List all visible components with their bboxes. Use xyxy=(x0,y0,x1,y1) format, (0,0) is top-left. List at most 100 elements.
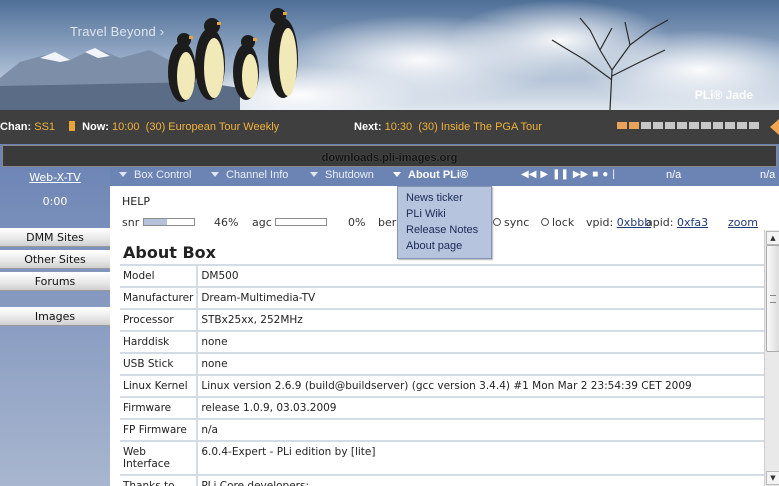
top-nav: Box Control Channel Info Shutdown About … xyxy=(110,167,779,186)
volume-segment xyxy=(641,122,651,129)
sidebar-clock: 0:00 xyxy=(42,195,68,208)
volume-segment xyxy=(725,122,735,129)
playback-controls: ◀◀ ▶ ❚❚ ▶▶ ■ ● | xyxy=(521,169,615,180)
chevron-down-icon xyxy=(310,172,318,177)
volume-segment xyxy=(701,122,711,129)
sync-indicator: sync xyxy=(493,216,529,229)
row-value: none xyxy=(197,353,766,376)
sidebar-title-link[interactable]: Web-X-TV xyxy=(0,171,110,184)
status-na-1: n/a xyxy=(666,169,682,181)
volume-segment xyxy=(689,122,699,129)
apid-link[interactable]: 0xfa3 xyxy=(677,216,708,229)
separator: | xyxy=(612,169,615,180)
menu-item-news-ticker[interactable]: News ticker xyxy=(406,192,463,204)
row-value: 6.0.4-Expert - PLi edition by [lite] xyxy=(197,441,766,476)
about-table: Model DM500 Manufacturer Dream-Multimedia-T… xyxy=(120,266,766,486)
now-info[interactable]: Now: 10:00 (30) European Tour Weekly xyxy=(69,121,279,133)
row-key: Harddisk xyxy=(120,331,199,354)
row-value: release 1.0.9, 03.03.2009 xyxy=(197,397,766,420)
row-value: STBx25xx, 252MHz xyxy=(197,309,766,332)
table-row: Thanks to PLi Core developers: xyxy=(120,475,766,486)
pause-icon[interactable]: ❚❚ xyxy=(552,169,569,180)
table-row: Linux Kernel Linux version 2.6.9 (build@b… xyxy=(120,375,766,398)
epg-icon xyxy=(69,121,75,131)
row-key: Model xyxy=(120,266,199,288)
play-icon[interactable]: ▶ xyxy=(540,169,548,180)
volume-bar[interactable] xyxy=(617,122,759,129)
row-key: Linux Kernel xyxy=(120,375,199,398)
snr-indicator: snr xyxy=(122,216,195,229)
row-key: Manufacturer xyxy=(120,287,199,310)
table-row: USB Stick none xyxy=(120,353,766,376)
fast-forward-icon[interactable]: ▶▶ xyxy=(573,169,588,180)
sidebar: Web-X-TV 0:00 DMM Sites Other Sites Foru… xyxy=(0,167,110,486)
volume-segment xyxy=(749,122,759,129)
menu-item-about-page[interactable]: About page xyxy=(406,240,462,252)
nav-shutdown[interactable]: Shutdown xyxy=(310,169,374,181)
record-icon[interactable]: ● xyxy=(602,169,608,180)
volume-segment xyxy=(713,122,723,129)
help-label: HELP xyxy=(122,195,150,208)
table-row: Model DM500 xyxy=(120,266,766,288)
row-key: Web Interface xyxy=(120,441,199,476)
lock-radio-icon xyxy=(541,218,549,226)
row-key: FP Firmware xyxy=(120,419,199,442)
table-row: Manufacturer Dream-Multimedia-TV xyxy=(120,287,766,310)
scroll-down-icon[interactable]: ▼ xyxy=(766,471,779,485)
row-value: n/a xyxy=(197,419,766,442)
sidebar-item-forums[interactable]: Forums xyxy=(0,272,110,291)
table-row: FP Firmware n/a xyxy=(120,419,766,442)
scrollbar[interactable]: ▲ ▼ xyxy=(764,230,779,486)
snr-value: 46% xyxy=(214,216,239,229)
ber-label: ber xyxy=(378,216,397,229)
next-info[interactable]: Next: 10:30 (30) Inside The PGA Tour xyxy=(354,121,542,133)
table-row: Firmware release 1.0.9, 03.03.2009 xyxy=(120,397,766,420)
table-row: Web Interface 6.0.4-Expert - PLi edition … xyxy=(120,441,766,476)
sidebar-item-other-sites[interactable]: Other Sites xyxy=(0,250,110,269)
volume-segment xyxy=(653,122,663,129)
table-row: Processor STBx25xx, 252MHz xyxy=(120,309,766,332)
url-bar: downloads.pli-images.org xyxy=(2,145,777,167)
row-key: USB Stick xyxy=(120,353,199,376)
sync-radio-icon xyxy=(493,218,501,226)
zoom-link[interactable]: zoom xyxy=(728,216,758,229)
agc-value: 0% xyxy=(348,216,366,229)
nav-box-control[interactable]: Box Control xyxy=(119,169,191,181)
banner-artwork xyxy=(0,0,779,110)
volume-segment xyxy=(629,122,639,129)
row-value: none xyxy=(197,331,766,354)
status-na-2: n/a xyxy=(760,169,776,181)
vpid: vpid: 0xbbb xyxy=(586,216,652,229)
chevron-down-icon xyxy=(119,172,127,177)
agc-meter xyxy=(275,218,328,226)
volume-arrow-icon[interactable] xyxy=(770,119,779,135)
snr-meter xyxy=(142,218,195,226)
apid: apid: 0xfa3 xyxy=(646,216,709,229)
row-value: PLi Core developers: xyxy=(197,475,766,486)
menu-item-pli-wiki[interactable]: PLi Wiki xyxy=(406,208,446,220)
lock-indicator: lock xyxy=(541,216,574,229)
menu-item-release-notes[interactable]: Release Notes xyxy=(406,224,478,236)
table-row: Harddisk none xyxy=(120,331,766,354)
volume-segment xyxy=(665,122,675,129)
volume-segment xyxy=(617,122,627,129)
nav-about-pli[interactable]: About PLi® xyxy=(393,169,468,181)
now-next-bar: Chan: SS1 Now: 10:00 (30) European Tour … xyxy=(0,110,779,144)
scroll-up-icon[interactable]: ▲ xyxy=(766,231,779,245)
volume-segment xyxy=(677,122,687,129)
scroll-thumb[interactable] xyxy=(766,245,779,352)
row-key: Firmware xyxy=(120,397,199,420)
rewind-icon[interactable]: ◀◀ xyxy=(521,169,536,180)
header-banner: Travel Beyond › PLi® Jade xyxy=(0,0,779,110)
sidebar-item-dmm-sites[interactable]: DMM Sites xyxy=(0,228,110,247)
about-pli-menu: News ticker PLi Wiki Release Notes About… xyxy=(397,186,492,259)
stop-icon[interactable]: ■ xyxy=(592,169,598,180)
row-value: Linux version 2.6.9 (build@buildserver) … xyxy=(197,375,766,398)
chevron-down-icon xyxy=(211,172,219,177)
chevron-down-icon xyxy=(393,172,401,177)
channel-info: Chan: SS1 xyxy=(0,121,56,133)
row-value: Dream-Multimedia-TV xyxy=(197,287,766,310)
sidebar-item-images[interactable]: Images xyxy=(0,307,110,326)
nav-channel-info[interactable]: Channel Info xyxy=(211,169,288,181)
about-box: About Box Model DM500 Manufacturer Dream-Mu… xyxy=(120,239,766,486)
